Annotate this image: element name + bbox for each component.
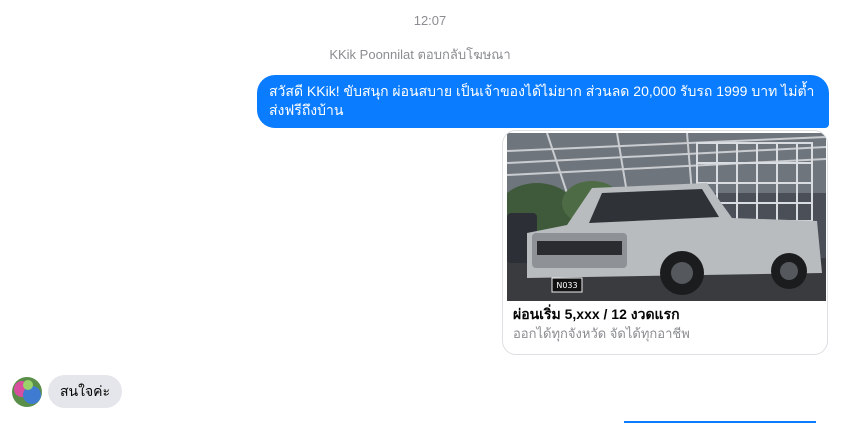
- ad-reply-note: KKik Poonnilat ตอบกลับโฆษณา: [329, 47, 511, 62]
- user-avatar[interactable]: [12, 377, 42, 407]
- received-message-bubble[interactable]: สนใจค่ะ: [48, 375, 123, 408]
- sent-message-bubble[interactable]: สวัสดี KKik! ขับสนุก ผ่อนสบาย เป็นเจ้าขอ…: [257, 75, 829, 128]
- avatar-image: [12, 377, 42, 407]
- ad-subtitle: ออกได้ทุกจังหวัด จัดได้ทุกอาชีพ: [513, 326, 690, 341]
- sent-message-text: สวัสดี KKik! ขับสนุก ผ่อนสบาย เป็นเจ้าขอ…: [269, 83, 815, 118]
- truck-photo: N033: [507, 133, 826, 301]
- received-message-text: สนใจค่ะ: [60, 383, 111, 399]
- ad-card[interactable]: N033 ผ่อนเริ่ม 5,xxx / 12 งวดแรก ออกได้ท…: [502, 130, 828, 355]
- message-timestamp: 12:07: [413, 13, 447, 28]
- chat-thread: 12:07 KKik Poonnilat ตอบกลับโฆษณา สวัสดี…: [0, 0, 846, 423]
- license-plate-text: N033: [556, 281, 577, 290]
